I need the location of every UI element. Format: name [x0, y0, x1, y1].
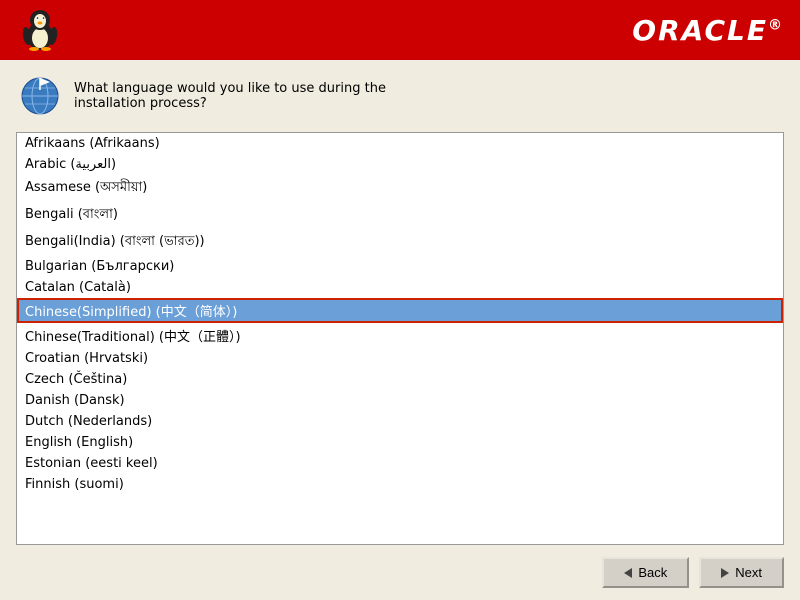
list-item[interactable]: Danish (Dansk) [17, 390, 783, 411]
next-button[interactable]: Next [699, 557, 784, 588]
buttons-area: Back Next [0, 545, 800, 600]
back-button[interactable]: Back [602, 557, 689, 588]
list-item[interactable]: Assamese (অসমীয়া) [17, 175, 783, 202]
question-area: What language would you like to use duri… [0, 60, 800, 132]
list-item[interactable]: Chinese(Simplified) (中文（简体）) [17, 298, 783, 323]
back-arrow-icon [624, 568, 632, 578]
question-text: What language would you like to use duri… [74, 81, 386, 111]
oracle-logo: ORACLE® [632, 14, 784, 47]
list-item[interactable]: Bengali (বাংলা) [17, 202, 783, 229]
language-list[interactable]: Afrikaans (Afrikaans)Arabic (العربية)Ass… [17, 133, 783, 544]
back-label: Back [638, 565, 667, 580]
list-item[interactable]: English (English) [17, 432, 783, 453]
next-label: Next [735, 565, 762, 580]
header: ORACLE® [0, 0, 800, 60]
content: What language would you like to use duri… [0, 60, 800, 600]
list-item[interactable]: Afrikaans (Afrikaans) [17, 133, 783, 154]
list-item[interactable]: Estonian (eesti keel) [17, 453, 783, 474]
list-item[interactable]: Finnish (suomi) [17, 474, 783, 495]
list-item[interactable]: Czech (Čeština) [17, 369, 783, 390]
list-container: Afrikaans (Afrikaans)Arabic (العربية)Ass… [16, 132, 784, 545]
list-item[interactable]: Bulgarian (Български) [17, 256, 783, 277]
list-item[interactable]: Catalan (Català) [17, 277, 783, 298]
list-item[interactable]: Croatian (Hrvatski) [17, 348, 783, 369]
list-item[interactable]: Dutch (Nederlands) [17, 411, 783, 432]
list-item[interactable]: Arabic (العربية) [17, 154, 783, 175]
globe-icon [20, 76, 60, 116]
list-item[interactable]: Chinese(Traditional) (中文（正體）) [17, 323, 783, 348]
list-item[interactable]: Bengali(India) (বাংলা (ভারত)) [17, 229, 783, 256]
tux-icon [16, 6, 64, 54]
next-arrow-icon [721, 568, 729, 578]
